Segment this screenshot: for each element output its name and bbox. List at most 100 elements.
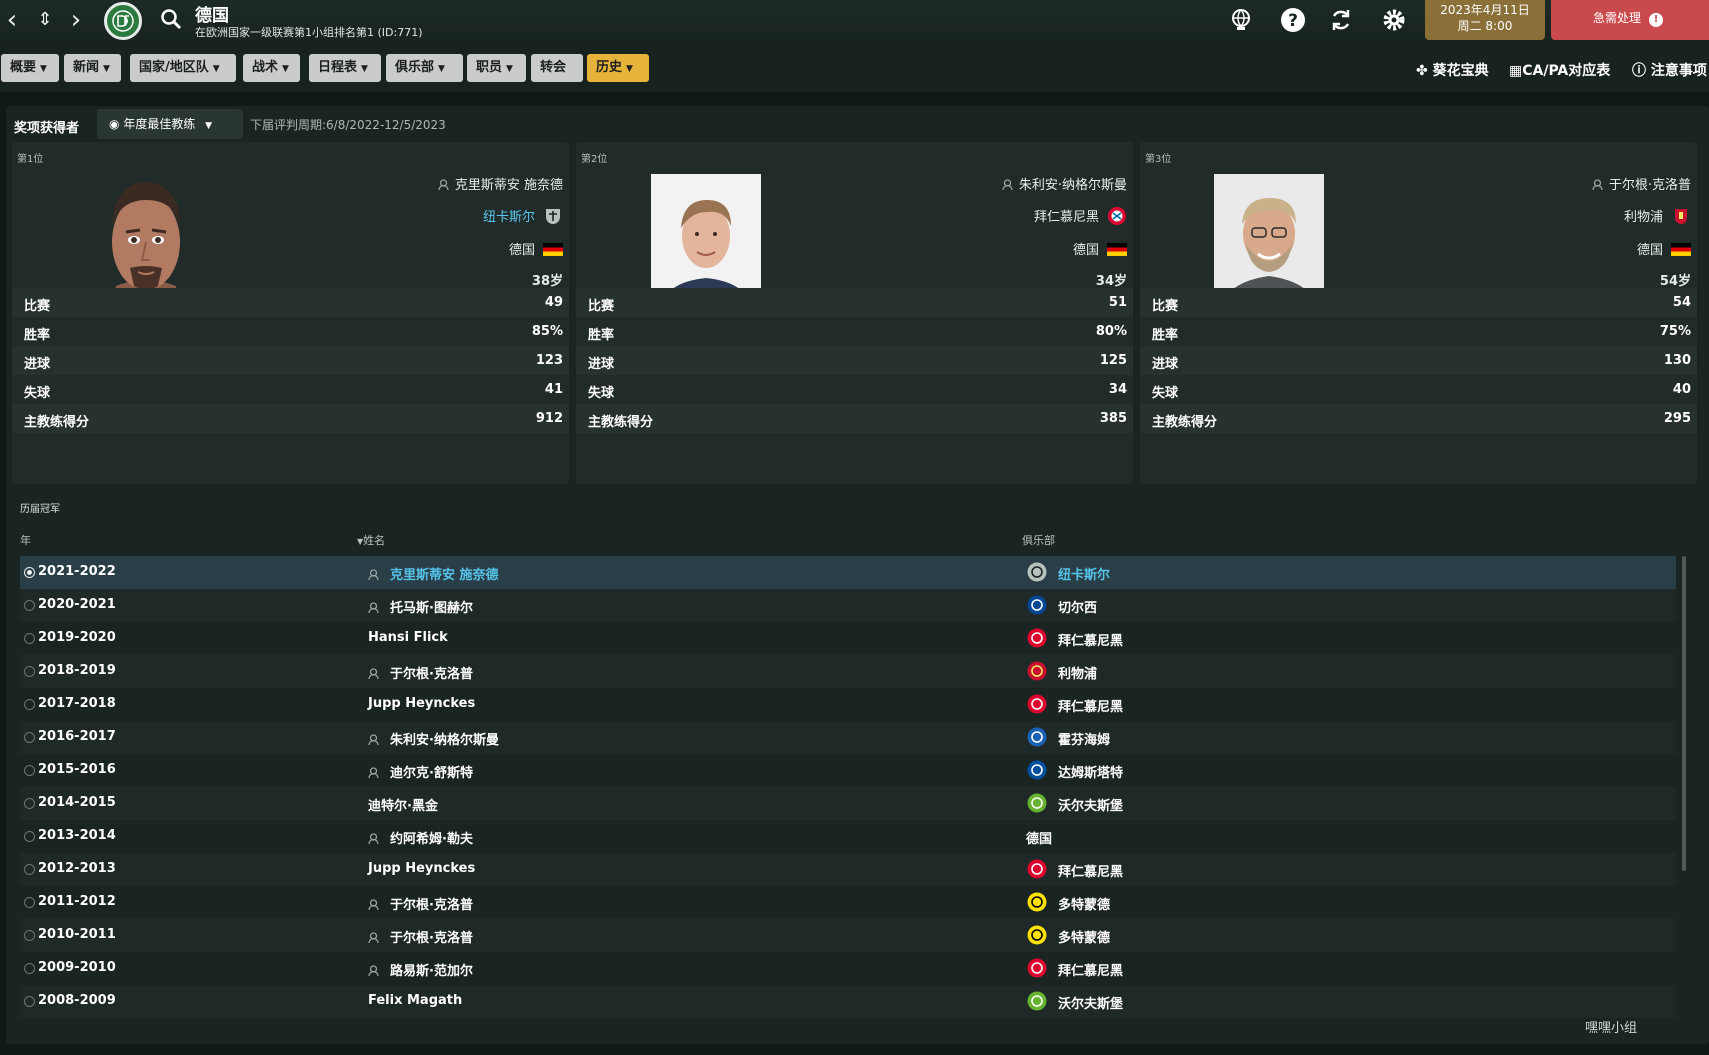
club-name[interactable]: 沃尔夫斯堡 — [1058, 795, 1123, 814]
chevron-down-icon: ▼ — [40, 64, 47, 74]
coach-name[interactable]: 托马斯·图赫尔 — [368, 597, 473, 616]
row-radio[interactable] — [24, 567, 35, 578]
menu-staff[interactable]: 职员 ▼ — [467, 54, 526, 82]
coach-name[interactable]: 朱利安·纳格尔斯曼 — [1002, 174, 1127, 193]
help-icon[interactable]: ? — [1280, 7, 1306, 33]
row-radio[interactable] — [24, 765, 35, 776]
ca-pa-table-link[interactable]: ▦CA/PA对应表 — [1509, 60, 1610, 80]
coach-nation[interactable]: 德国 — [1637, 239, 1691, 258]
club-name[interactable]: 拜仁慕尼黑 — [1058, 861, 1123, 880]
menu-tactics[interactable]: 战术 ▼ — [243, 54, 300, 82]
coach-name[interactable]: Jupp Heynckes — [368, 861, 475, 876]
club-name[interactable]: 沃尔夫斯堡 — [1058, 993, 1123, 1012]
coach-name[interactable]: 迪特尔·黑金 — [368, 795, 438, 814]
coach-nation[interactable]: 德国 — [509, 239, 563, 258]
table-row[interactable]: 2017-2018 Jupp Heynckes 拜仁慕尼黑 — [20, 688, 1676, 721]
menu-club[interactable]: 俱乐部 ▼ — [386, 54, 463, 82]
coach-name[interactable]: 于尔根·克洛普 — [368, 663, 473, 682]
coach-name[interactable]: 朱利安·纳格尔斯曼 — [368, 729, 499, 748]
table-row[interactable]: 2011-2012 于尔根·克洛普 多特蒙德 — [20, 886, 1676, 919]
table-row[interactable]: 2012-2013 Jupp Heynckes 拜仁慕尼黑 — [20, 853, 1676, 886]
table-row[interactable]: 2019-2020 Hansi Flick 拜仁慕尼黑 — [20, 622, 1676, 655]
dfb-logo[interactable] — [104, 2, 142, 40]
coach-club[interactable]: 拜仁慕尼黑 — [1034, 206, 1127, 226]
urgent-button[interactable]: 急需处理! — [1551, 0, 1709, 40]
row-radio[interactable] — [24, 831, 35, 842]
awards-heading: 奖项获得者 — [14, 121, 80, 136]
column-header-club[interactable]: 俱乐部 — [1022, 532, 1055, 548]
menu-history[interactable]: 历史 ▼ — [587, 54, 649, 82]
row-radio[interactable] — [24, 798, 35, 809]
club-name[interactable]: 德国 — [1026, 828, 1052, 847]
row-radio[interactable] — [24, 633, 35, 644]
table-row[interactable]: 2008-2009 Felix Magath 沃尔夫斯堡 — [20, 985, 1676, 1018]
row-radio[interactable] — [24, 732, 35, 743]
urgent-label: 急需处理 — [1593, 11, 1642, 25]
coach-name[interactable]: 路易斯·范加尔 — [368, 960, 473, 979]
coach-name[interactable]: Jupp Heynckes — [368, 696, 475, 711]
table-row[interactable]: 2018-2019 于尔根·克洛普 利物浦 — [20, 655, 1676, 688]
coach-name-text: 朱利安·纳格尔斯曼 — [1018, 178, 1127, 193]
menu-schedule[interactable]: 日程表 ▼ — [309, 54, 381, 82]
column-header-year[interactable]: 年 — [20, 532, 31, 548]
coach-nation[interactable]: 德国 — [1073, 239, 1127, 258]
club-name[interactable]: 拜仁慕尼黑 — [1058, 696, 1123, 715]
notes-link[interactable]: ⓘ 注意事项 — [1632, 60, 1707, 80]
club-name[interactable]: 利物浦 — [1058, 663, 1097, 682]
coach-name[interactable]: Felix Magath — [368, 993, 462, 1008]
menu-national-team[interactable]: 国家/地区队 ▼ — [130, 54, 236, 82]
table-row[interactable]: 2015-2016 迪尔克·舒斯特 达姆斯塔特 — [20, 754, 1676, 787]
coach-name[interactable]: 于尔根·克洛普 — [368, 894, 473, 913]
club-name[interactable]: 切尔西 — [1058, 597, 1097, 616]
club-name[interactable]: 达姆斯塔特 — [1058, 762, 1123, 781]
table-row[interactable]: 2009-2010 路易斯·范加尔 拜仁慕尼黑 — [20, 952, 1676, 985]
coach-club[interactable]: 纽卡斯尔 — [483, 206, 563, 226]
coach-name[interactable]: 克里斯蒂安 施奈德 — [438, 174, 563, 193]
coach-name[interactable]: 于尔根·克洛普 — [1592, 174, 1691, 193]
club-name[interactable]: 多特蒙德 — [1058, 894, 1110, 913]
up-down-arrow-icon[interactable]: ⇕ — [33, 4, 57, 36]
menu-transfers[interactable]: 转会 — [531, 54, 583, 82]
row-radio[interactable] — [24, 930, 35, 941]
settings-gear-icon[interactable] — [1381, 7, 1407, 33]
coach-name[interactable]: 于尔根·克洛普 — [368, 927, 473, 946]
globe-trophy-icon[interactable] — [1228, 7, 1254, 33]
row-radio[interactable] — [24, 996, 35, 1007]
coach-name[interactable]: 迪尔克·舒斯特 — [368, 762, 473, 781]
coach-name[interactable]: Hansi Flick — [368, 630, 448, 645]
forward-arrow-icon[interactable]: › — [64, 4, 88, 36]
search-icon[interactable] — [160, 8, 182, 30]
column-header-name[interactable]: ▼姓名 — [357, 532, 385, 548]
row-radio[interactable] — [24, 963, 35, 974]
history-scrollbar[interactable] — [1682, 556, 1686, 871]
row-radio[interactable] — [24, 600, 35, 611]
row-radio[interactable] — [24, 666, 35, 677]
coach-name-text: 于尔根·克洛普 — [1608, 178, 1691, 193]
club-name[interactable]: 多特蒙德 — [1058, 927, 1110, 946]
club-name[interactable]: 拜仁慕尼黑 — [1058, 960, 1123, 979]
table-row[interactable]: 2014-2015 迪特尔·黑金 沃尔夫斯堡 — [20, 787, 1676, 820]
coach-club[interactable]: 利物浦 — [1624, 206, 1691, 226]
club-name[interactable]: 霍芬海姆 — [1058, 729, 1110, 748]
coach-name[interactable]: 克里斯蒂安 施奈德 — [368, 564, 499, 583]
date-display[interactable]: 2023年4月11日 周二 8:00 — [1425, 0, 1545, 40]
table-row[interactable]: 2020-2021 托马斯·图赫尔 切尔西 — [20, 589, 1676, 622]
refresh-icon[interactable] — [1328, 7, 1354, 33]
table-row[interactable]: 2021-2022 克里斯蒂安 施奈德 纽卡斯尔 — [20, 556, 1676, 589]
row-radio[interactable] — [24, 897, 35, 908]
row-radio[interactable] — [24, 699, 35, 710]
row-radio[interactable] — [24, 864, 35, 875]
table-row[interactable]: 2016-2017 朱利安·纳格尔斯曼 霍芬海姆 — [20, 721, 1676, 754]
award-type-select[interactable]: ◉ 年度最佳教练 ▼ — [97, 109, 243, 139]
stat-value: 49 — [544, 295, 563, 310]
stat-label: 进球 — [588, 357, 615, 372]
club-name[interactable]: 纽卡斯尔 — [1058, 564, 1110, 583]
menu-overview[interactable]: 概要 ▼ — [1, 54, 59, 82]
table-row[interactable]: 2013-2014 约阿希姆·勒夫 德国 — [20, 820, 1676, 853]
menu-news[interactable]: 新闻 ▼ — [64, 54, 121, 82]
guide-link[interactable]: ✤ 葵花宝典 — [1416, 60, 1489, 80]
back-arrow-icon[interactable]: ‹ — [0, 4, 24, 36]
table-row[interactable]: 2010-2011 于尔根·克洛普 多特蒙德 — [20, 919, 1676, 952]
club-name[interactable]: 拜仁慕尼黑 — [1058, 630, 1123, 649]
coach-name[interactable]: 约阿希姆·勒夫 — [368, 828, 473, 847]
